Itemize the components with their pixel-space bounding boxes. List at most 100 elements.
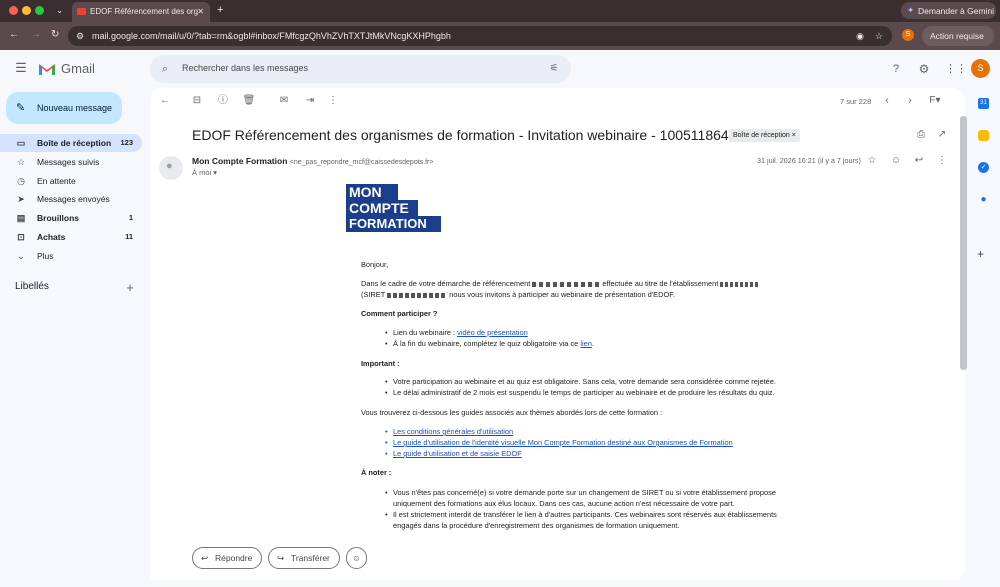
back-icon[interactable]: ← (9, 29, 19, 40)
move-to-icon[interactable]: ⇥ (303, 94, 317, 108)
search-input[interactable]: Rechercher dans les messages (182, 63, 308, 73)
nav-count: 1 (128, 213, 133, 222)
search-bar[interactable]: ⌕ Rechercher dans les messages ⚟ (150, 55, 571, 83)
greeting: Bonjour, (361, 260, 389, 269)
intro-paragraph-line1: Dans le cadre de votre démarche de référ… (361, 278, 759, 289)
gmail-wordmark[interactable]: Gmail (61, 61, 95, 76)
recipient-toggle[interactable]: À moi ▾ (192, 168, 217, 177)
webinar-link[interactable]: vidéo de présentation (457, 328, 528, 337)
search-icon[interactable]: ⌕ (158, 62, 172, 76)
more-options-icon[interactable]: ⋮ (935, 154, 949, 168)
settings-gear-icon[interactable]: ⚙ (917, 62, 931, 76)
guide-link[interactable]: Les conditions générales d'utilisation (385, 426, 513, 437)
tab-list-icon[interactable]: ⌄ (56, 5, 63, 16)
compose-label: Nouveau message (37, 103, 113, 113)
mon-compte-formation-logo: MON COMPTE FORMATION (346, 184, 442, 232)
sender-name[interactable]: Mon Compte Formation (192, 156, 287, 166)
help-icon[interactable]: ? (889, 62, 903, 76)
newer-icon[interactable]: ‹ (880, 94, 894, 108)
calendar-icon[interactable]: 31 (978, 98, 989, 109)
sidebar-item-purchases[interactable]: ⊡ Achats 11 (0, 228, 142, 246)
print-icon[interactable]: ⎙ (914, 128, 928, 142)
star-icon[interactable]: ☆ (865, 154, 879, 168)
reply-button[interactable]: ↩ Répondre (192, 547, 262, 569)
nav-label: Brouillons (37, 213, 80, 223)
guide-link[interactable]: Le guide d'utilisation de l'identité vis… (385, 437, 733, 448)
gemini-icon: ✦ (907, 5, 915, 15)
action-required-button[interactable]: Action requise (922, 26, 994, 46)
gemini-button[interactable]: ✦ Demander à Gemini (901, 2, 996, 19)
reply-icon[interactable]: ↩ (912, 154, 926, 168)
new-tab-icon[interactable]: + (217, 4, 223, 16)
list-item: Votre participation au webinaire et au q… (385, 376, 776, 387)
scrollbar[interactable] (960, 116, 967, 370)
label-text: Boîte de réception (733, 132, 790, 139)
reload-icon[interactable]: ↻ (51, 29, 59, 40)
quiz-link[interactable]: lien (580, 339, 592, 348)
close-window-button[interactable] (9, 6, 18, 15)
emoji-react-icon[interactable]: ☺ (889, 154, 903, 168)
nav-label: Achats (37, 232, 66, 242)
open-new-window-icon[interactable]: ↗ (935, 128, 949, 142)
intro-text: nous vous invitons à participer au webin… (449, 290, 675, 299)
send-icon: ➤ (17, 194, 25, 204)
compose-button[interactable]: ✎ Nouveau message (6, 92, 122, 124)
nav-count: 123 (120, 138, 133, 147)
apps-grid-icon[interactable]: ⋮⋮ (945, 62, 967, 76)
sender-avatar[interactable]: ● (159, 156, 183, 180)
address-bar[interactable]: ⚙ mail.google.com/mail/u/0/?tab=rm&ogbl#… (68, 26, 892, 46)
add-label-icon[interactable]: + (123, 281, 137, 295)
shopping-bag-icon: ⊡ (17, 232, 25, 242)
keep-icon[interactable] (978, 130, 989, 141)
minimize-window-button[interactable] (22, 6, 31, 15)
close-tab-icon[interactable]: ✕ (197, 2, 204, 22)
contacts-icon[interactable]: ● (978, 194, 989, 205)
intro-paragraph-line2: (SIRET nous vous invitons à participer a… (361, 289, 675, 300)
sidebar-item-sent[interactable]: ➤ Messages envoyés (0, 190, 142, 208)
mark-unread-icon[interactable]: ✉ (277, 94, 291, 108)
account-avatar[interactable]: S (971, 59, 990, 78)
browser-tab[interactable]: EDOF Référencement des org ✕ (72, 2, 210, 22)
inbox-label-chip[interactable]: Boîte de réception × (729, 129, 800, 142)
reply-icon: ↩ (201, 553, 209, 563)
list-item: Vous n'êtes pas concerné(e) si votre dem… (385, 487, 776, 498)
tasks-icon[interactable]: ✓ (978, 162, 989, 173)
section-heading: Important : (361, 359, 400, 368)
maximize-window-button[interactable] (35, 6, 44, 15)
sidebar-item-more[interactable]: ⌄ Plus (0, 247, 142, 265)
sidebar-item-inbox[interactable]: ▭ Boîte de réception 123 (0, 134, 142, 152)
gmail-favicon-icon (77, 8, 86, 15)
gmail-logo-icon[interactable] (38, 62, 56, 75)
older-icon[interactable]: › (903, 94, 917, 108)
nav-label: En attente (37, 176, 76, 186)
redacted-text (532, 281, 601, 287)
delete-icon[interactable]: 🗑 (242, 94, 256, 108)
report-spam-icon[interactable]: ⓘ (216, 94, 230, 108)
pagination-count: 7 sur 228 (840, 97, 872, 106)
email-subject: EDOF Référencement des organismes de for… (192, 127, 768, 143)
nav-label: Plus (37, 251, 54, 261)
guide-link[interactable]: Le guide d'utilisation et de saisie EDOF (385, 448, 522, 459)
sidebar-item-starred[interactable]: ☆ Messages suivis (0, 153, 142, 171)
profile-avatar[interactable]: S (902, 29, 914, 41)
intro-text: effectuée au titre de l'établissement (602, 279, 719, 288)
sidebar-item-drafts[interactable]: ▤ Brouillons 1 (0, 209, 142, 227)
back-to-inbox-icon[interactable]: ← (158, 94, 172, 108)
star-icon: ☆ (16, 157, 26, 167)
draft-icon: ▤ (16, 213, 26, 223)
site-settings-icon[interactable]: ⚙ (76, 26, 84, 46)
add-addon-icon[interactable]: + (977, 247, 984, 261)
emoji-button[interactable]: ☺ (346, 547, 367, 569)
more-actions-icon[interactable]: ⋮ (326, 94, 340, 108)
search-options-icon[interactable]: ⚟ (547, 62, 561, 76)
forward-button[interactable]: ↪ Transférer (268, 547, 340, 569)
archive-icon[interactable]: ⊟ (190, 94, 204, 108)
main-menu-icon[interactable]: ☰ (14, 61, 28, 75)
sidebar-item-snoozed[interactable]: ◷ En attente (0, 172, 142, 190)
remove-label-icon[interactable]: × (792, 132, 796, 139)
forward-icon[interactable]: → (31, 29, 41, 40)
bookmark-star-icon[interactable]: ☆ (875, 26, 883, 46)
tracking-eye-icon[interactable]: ◉ (856, 26, 864, 46)
input-tools-icon[interactable]: F▾ (925, 94, 945, 108)
redacted-text (720, 281, 759, 287)
